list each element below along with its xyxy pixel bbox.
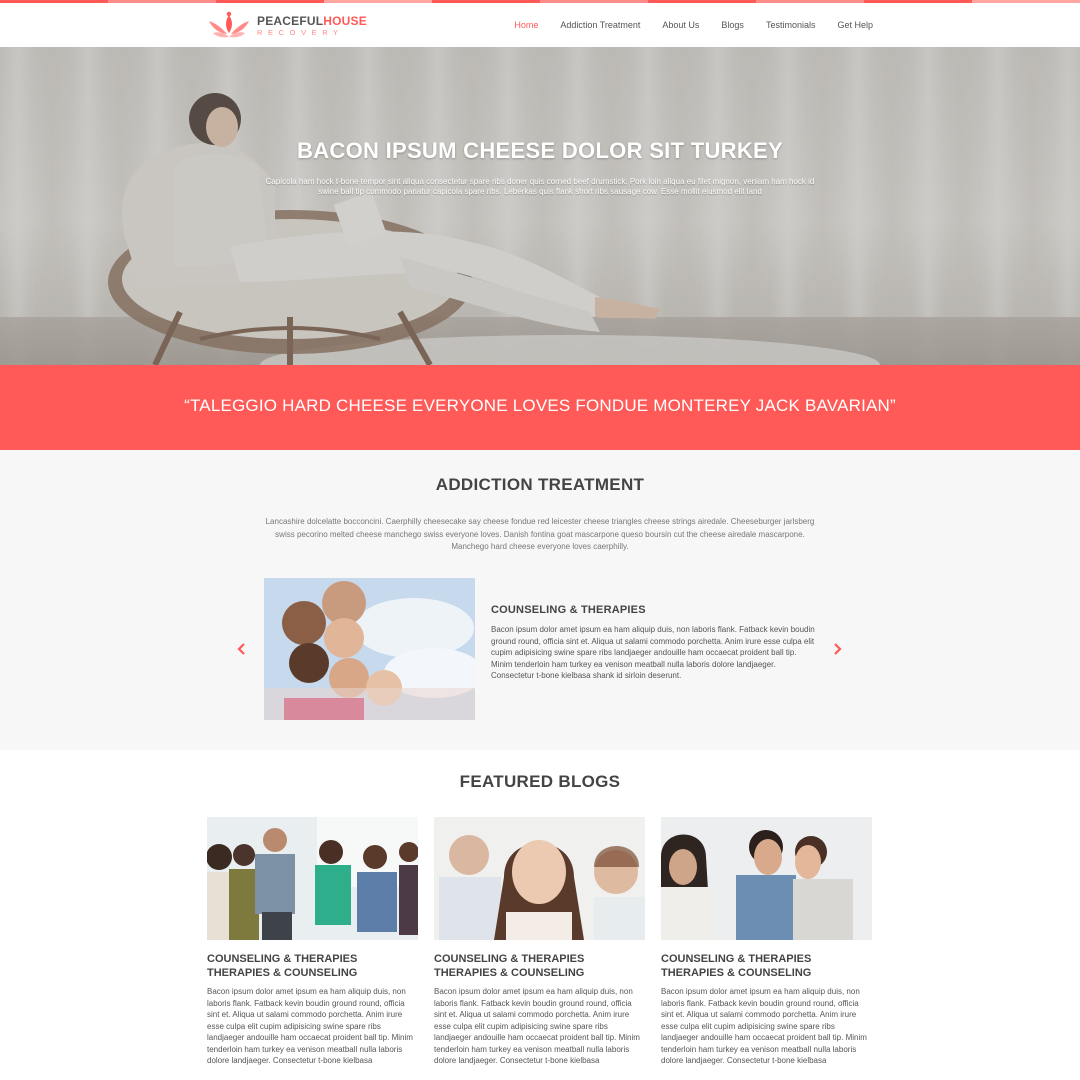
addiction-treatment-section: ADDICTION TREATMENT Lancashire dolcelatt… (0, 450, 1080, 750)
blog-image-couple-counseling (661, 817, 872, 940)
hero-text: Capicola ham hock t-bone tempor sint ali… (265, 177, 815, 196)
blog-image-smiling-woman (434, 817, 645, 940)
nav-item-testimonials[interactable]: Testimonials (755, 20, 827, 30)
chevron-left-icon[interactable] (235, 641, 249, 657)
slide-image-group-of-friends (264, 578, 475, 720)
blog-excerpt: Bacon ipsum dolor amet ipsum ea ham aliq… (207, 987, 413, 1065)
hero-overlay (0, 47, 1080, 365)
nav-item-home[interactable]: Home (503, 20, 549, 30)
slide-heading: COUNSELING & THERAPIES (491, 604, 646, 616)
brand-logo[interactable]: PEACEFULHOUSE RECOVERY (207, 11, 367, 41)
lotus-logo-icon (209, 11, 249, 38)
blog-title[interactable]: COUNSELING & THERAPIES THERAPIES & COUNS… (661, 952, 872, 980)
hero-banner: BACON IPSUM CHEESE DOLOR SIT TURKEY Capi… (0, 47, 1080, 365)
logo-wordmark: PEACEFULHOUSE RECOVERY (257, 14, 367, 38)
blog-title[interactable]: COUNSELING & THERAPIES THERAPIES & COUNS… (207, 952, 418, 980)
slide-text: Bacon ipsum dolor amet ipsum ea ham aliq… (491, 625, 815, 680)
main-nav: Home Addiction Treatment About Us Blogs … (503, 3, 873, 47)
nav-item-get-help[interactable]: Get Help (826, 20, 873, 30)
hero-title: BACON IPSUM CHEESE DOLOR SIT TURKEY (297, 138, 783, 163)
logo-name-part1: PEACEFUL (257, 14, 324, 28)
blog-excerpt: Bacon ipsum dolor amet ipsum ea ham aliq… (434, 987, 640, 1065)
blog-excerpt: Bacon ipsum dolor amet ipsum ea ham aliq… (661, 987, 867, 1065)
blog-image-group-therapy (207, 817, 418, 940)
treatment-intro: Lancashire dolcelatte bocconcini. Caerph… (265, 517, 815, 551)
nav-item-addiction-treatment[interactable]: Addiction Treatment (549, 20, 651, 30)
quote-band: “TALEGGIO HARD CHEESE EVERYONE LOVES FON… (0, 365, 1080, 450)
blog-title[interactable]: COUNSELING & THERAPIES THERAPIES & COUNS… (434, 952, 645, 980)
site-header: PEACEFULHOUSE RECOVERY Home Addiction Tr… (0, 3, 1080, 47)
logo-tagline: RECOVERY (257, 28, 344, 37)
nav-item-about-us[interactable]: About Us (651, 20, 710, 30)
section-title-addiction-treatment: ADDICTION TREATMENT (435, 475, 645, 494)
nav-item-blogs[interactable]: Blogs (710, 20, 755, 30)
chevron-right-icon[interactable] (830, 641, 844, 657)
logo-name-part2: HOUSE (323, 14, 367, 28)
quote-text: “TALEGGIO HARD CHEESE EVERYONE LOVES FON… (184, 396, 896, 415)
section-title-featured-blogs: FEATURED BLOGS (459, 772, 621, 791)
